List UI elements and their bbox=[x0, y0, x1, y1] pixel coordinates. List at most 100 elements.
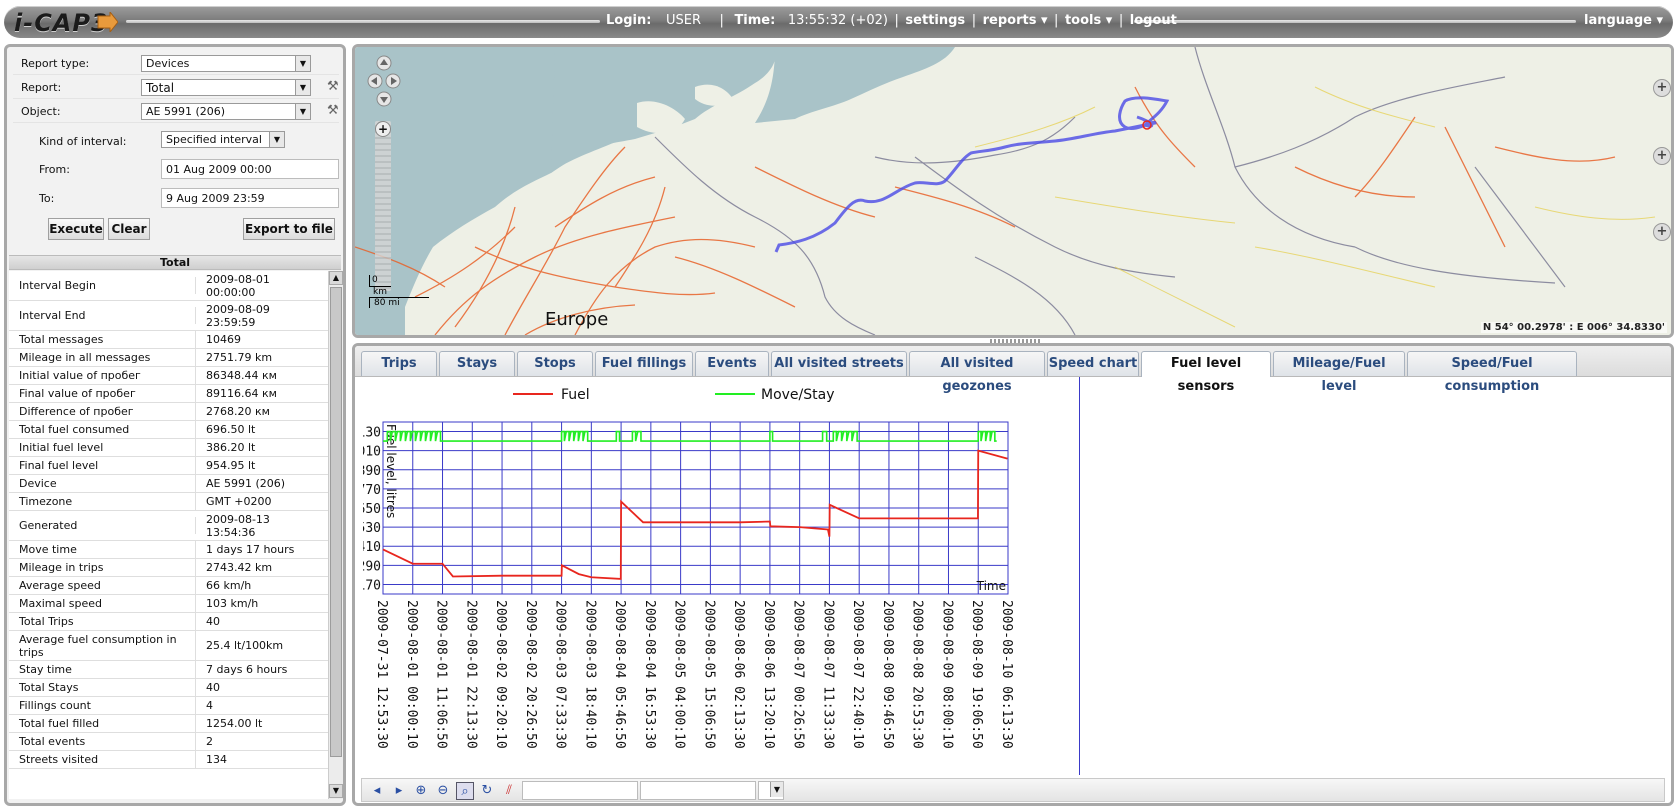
y-tick-label: 1130 bbox=[363, 426, 381, 441]
x-tick-label: 2009-08-05 04:00:10 bbox=[672, 600, 687, 749]
legend-label-fuel: Fuel bbox=[561, 387, 590, 403]
total-row: Average fuel consumption in trips 25.4 lt… bbox=[9, 630, 329, 661]
next-icon[interactable]: ▸ bbox=[390, 782, 408, 800]
to-row: To: 9 Aug 2009 23:59 bbox=[13, 184, 339, 212]
map-canvas[interactable] bbox=[355, 47, 1671, 335]
total-row-key: Average speed bbox=[9, 577, 196, 594]
total-row: Total Stays 40 bbox=[9, 679, 329, 697]
report-panel: Report type: Devices ▼ Report: Total ▼ ⚒ O… bbox=[4, 44, 346, 806]
to-date-input[interactable]: 9 Aug 2009 23:59 bbox=[161, 188, 339, 208]
zoom-slider[interactable] bbox=[375, 121, 391, 291]
language-menu[interactable]: language ▾ bbox=[1584, 13, 1663, 28]
expand-icon[interactable]: + bbox=[1653, 79, 1671, 97]
tab-speed-fuel-consumption[interactable]: Speed/Fuel consumption bbox=[1407, 351, 1577, 394]
refresh-icon[interactable]: ↻ bbox=[478, 782, 496, 800]
x-tick-label: 2009-07-31 12:53:30 bbox=[374, 600, 389, 749]
scroll-down-icon[interactable]: ▼ bbox=[329, 784, 343, 798]
from-date-input[interactable]: 01 Aug 2009 00:00 bbox=[161, 159, 339, 179]
tab-fuel-level-sensors[interactable]: Fuel level sensors bbox=[1141, 351, 1271, 394]
tab-speed-chart[interactable]: Speed chart bbox=[1047, 351, 1139, 376]
zoom-out-icon[interactable]: ⊖ bbox=[434, 782, 452, 800]
total-row-value: 40 bbox=[206, 681, 220, 694]
total-row: Mileage in trips 2743.42 km bbox=[9, 559, 329, 577]
wrench-icon[interactable]: ⚒ bbox=[327, 103, 339, 118]
tab-strip: Trips Stays Stops Fuel fillings Events All vi… bbox=[355, 346, 1671, 394]
zoom-select-icon[interactable]: ⌕ bbox=[456, 782, 474, 800]
menu-logout[interactable]: logout bbox=[1130, 13, 1177, 28]
x-tick-label: 2009-08-05 15:06:50 bbox=[701, 600, 716, 749]
top-nav: Login: USER | Time: 13:55:32 (+02) | set… bbox=[606, 13, 1177, 28]
total-row-key: Initial fuel level bbox=[9, 439, 196, 456]
expand-icon[interactable]: + bbox=[1653, 223, 1671, 241]
tab-all-visited-geozones[interactable]: All visited geozones bbox=[909, 351, 1045, 394]
range-start-input[interactable] bbox=[522, 781, 638, 800]
total-row: Total fuel consumed 696.50 lt bbox=[9, 421, 329, 439]
total-row-value: 696.50 lt bbox=[206, 423, 256, 436]
x-tick-label: 2009-08-03 07:33:30 bbox=[553, 600, 568, 749]
y-tick-label: 1010 bbox=[363, 445, 381, 460]
scroll-up-icon[interactable]: ▲ bbox=[329, 271, 343, 285]
object-select[interactable]: AE 5991 (206) ▼ bbox=[141, 103, 311, 120]
total-row-key: Move time bbox=[9, 541, 196, 558]
zoom-in-icon[interactable]: + bbox=[375, 121, 391, 137]
pan-control[interactable] bbox=[367, 55, 401, 115]
total-row: Total events 2 bbox=[9, 733, 329, 751]
tab-stops[interactable]: Stops bbox=[517, 351, 593, 376]
tab-mileage-fuel-level[interactable]: Mileage/Fuel level bbox=[1273, 351, 1405, 394]
menu-tools[interactable]: tools ▾ bbox=[1065, 13, 1112, 28]
zoom-in-icon[interactable]: ⊕ bbox=[412, 782, 430, 800]
tab-stays[interactable]: Stays bbox=[439, 351, 515, 376]
export-button[interactable]: Export to file bbox=[243, 218, 335, 240]
total-row-value: 2009-08-01 00:00:00 bbox=[206, 272, 270, 299]
total-row: Generated 2009-08-13 13:54:36 bbox=[9, 511, 329, 541]
report-select[interactable]: Total ▼ bbox=[141, 79, 311, 96]
total-row-value: 2009-08-09 23:59:59 bbox=[206, 302, 270, 329]
map-region-label: Europe bbox=[545, 309, 609, 330]
clear-button[interactable]: Clear bbox=[108, 218, 150, 240]
total-row-key: Total Stays bbox=[9, 679, 196, 696]
x-tick-label: 2009-08-07 00:26:50 bbox=[791, 600, 806, 749]
chart-type-icon[interactable]: ⫽ bbox=[500, 782, 518, 800]
total-scrollbar[interactable]: ▲ ▼ bbox=[328, 271, 343, 799]
total-row: Total messages 10469 bbox=[9, 331, 329, 349]
total-row-key: Timezone bbox=[9, 493, 196, 510]
expand-icon[interactable]: + bbox=[1653, 147, 1671, 165]
total-row: Interval End 2009-08-09 23:59:59 bbox=[9, 301, 329, 331]
total-row: Final fuel level 954.95 lt bbox=[9, 457, 329, 475]
time-value: 13:55:32 (+02) bbox=[787, 13, 888, 28]
total-row-key: Interval Begin bbox=[9, 277, 196, 294]
report-type-select[interactable]: Devices ▼ bbox=[141, 55, 311, 72]
execute-button[interactable]: Execute bbox=[48, 218, 104, 240]
tab-events[interactable]: Events bbox=[695, 351, 769, 376]
total-row: Initial value of пробег 86348.44 км bbox=[9, 367, 329, 385]
login-user: USER bbox=[665, 13, 701, 28]
menu-settings[interactable]: settings bbox=[905, 13, 965, 28]
y-tick-label: 770 bbox=[363, 483, 381, 498]
menu-reports[interactable]: reports ▾ bbox=[983, 13, 1048, 28]
time-label: Time: bbox=[734, 13, 776, 28]
object-row: Object: AE 5991 (206) ▼ ⚒ bbox=[13, 99, 339, 123]
total-row-value: 10469 bbox=[206, 333, 241, 346]
range-select[interactable]: ▼ bbox=[758, 781, 784, 800]
wrench-icon[interactable]: ⚒ bbox=[327, 79, 339, 94]
top-bar-groove-right bbox=[1134, 20, 1576, 23]
app-logo[interactable]: i-CAP3 bbox=[14, 9, 109, 37]
tab-all-visited-streets[interactable]: All visited streets bbox=[771, 351, 907, 376]
total-row-value: 2768.20 км bbox=[206, 405, 270, 418]
tab-fuel-fillings[interactable]: Fuel fillings bbox=[595, 351, 693, 376]
total-row-value: 2009-08-13 13:54:36 bbox=[206, 512, 270, 539]
total-row: Initial fuel level 386.20 lt bbox=[9, 439, 329, 457]
object-label: Object: bbox=[21, 105, 61, 118]
interval-label: Kind of interval: bbox=[39, 135, 127, 148]
map-panel[interactable]: + 0 km 80 mi Europe N 54° 00.2978' : E 0… bbox=[352, 44, 1674, 338]
total-row: Average speed 66 km/h bbox=[9, 577, 329, 595]
total-header: Total bbox=[9, 255, 341, 270]
prev-icon[interactable]: ◂ bbox=[368, 782, 386, 800]
interval-select[interactable]: Specified interval ▼ bbox=[161, 131, 285, 148]
total-row: Total Trips 40 bbox=[9, 613, 329, 631]
scrollbar-thumb[interactable] bbox=[330, 287, 342, 757]
total-row-value: 2751.79 km bbox=[206, 351, 273, 364]
tab-trips[interactable]: Trips bbox=[361, 351, 437, 376]
range-end-input[interactable] bbox=[640, 781, 756, 800]
total-row: Difference of пробег 2768.20 км bbox=[9, 403, 329, 421]
